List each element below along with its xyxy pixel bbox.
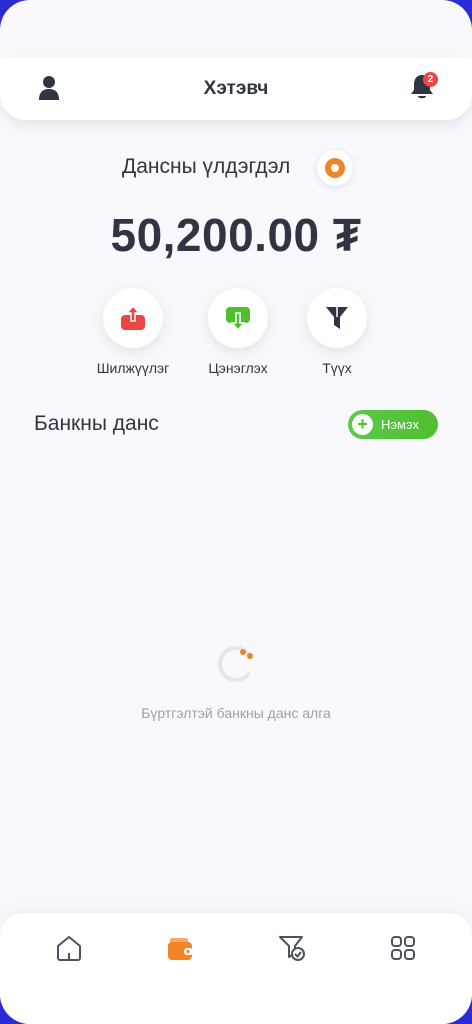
action-label: Түүх bbox=[322, 360, 352, 376]
top-header: Хэтэвч 2 bbox=[0, 58, 472, 120]
plus-icon: + bbox=[352, 414, 373, 435]
loading-spinner-icon bbox=[216, 644, 256, 684]
nav-menu[interactable] bbox=[388, 933, 418, 963]
action-label: Шилжүүлэг bbox=[96, 360, 170, 376]
bank-accounts-title: Банкны данс bbox=[34, 412, 159, 435]
history-button[interactable] bbox=[307, 288, 367, 348]
toggle-balance-visibility-button[interactable] bbox=[317, 150, 353, 186]
topup-action[interactable]: Цэнэглэх bbox=[190, 288, 286, 376]
notification-badge: 2 bbox=[423, 72, 438, 87]
balance-amount: 50,200.00 ₮ bbox=[110, 209, 362, 261]
eye-icon bbox=[325, 158, 345, 178]
page-title: Хэтэвч bbox=[203, 78, 269, 99]
nav-wallet[interactable] bbox=[165, 933, 195, 963]
grid-icon bbox=[391, 936, 415, 960]
download-icon bbox=[226, 307, 250, 332]
add-bank-account-button[interactable]: + Нэмэх bbox=[348, 410, 438, 439]
add-button-label: Нэмэх bbox=[381, 417, 419, 432]
upload-icon bbox=[121, 304, 145, 330]
empty-state-text: Бүртгэлтэй банкны данс алга bbox=[141, 705, 331, 721]
balance-label: Дансны үлдэгдэл bbox=[122, 155, 291, 178]
bottom-navigation bbox=[0, 913, 472, 1024]
history-action[interactable]: Түүх bbox=[289, 288, 385, 376]
nav-history[interactable] bbox=[277, 933, 307, 963]
nav-home[interactable] bbox=[54, 933, 84, 963]
home-icon bbox=[57, 936, 81, 961]
topup-button[interactable] bbox=[208, 288, 268, 348]
filter-icon bbox=[326, 307, 348, 329]
wallet-icon bbox=[168, 938, 193, 960]
history-icon bbox=[279, 936, 305, 961]
transfer-action[interactable]: Шилжүүлэг bbox=[85, 288, 181, 376]
wallet-screen: Хэтэвч 2 Дансны үлдэгдэл 50,200.00 ₮ Шил… bbox=[0, 0, 472, 1024]
notifications-button[interactable]: 2 bbox=[409, 72, 439, 103]
action-label: Цэнэглэх bbox=[208, 360, 268, 376]
transfer-button[interactable] bbox=[103, 288, 163, 348]
